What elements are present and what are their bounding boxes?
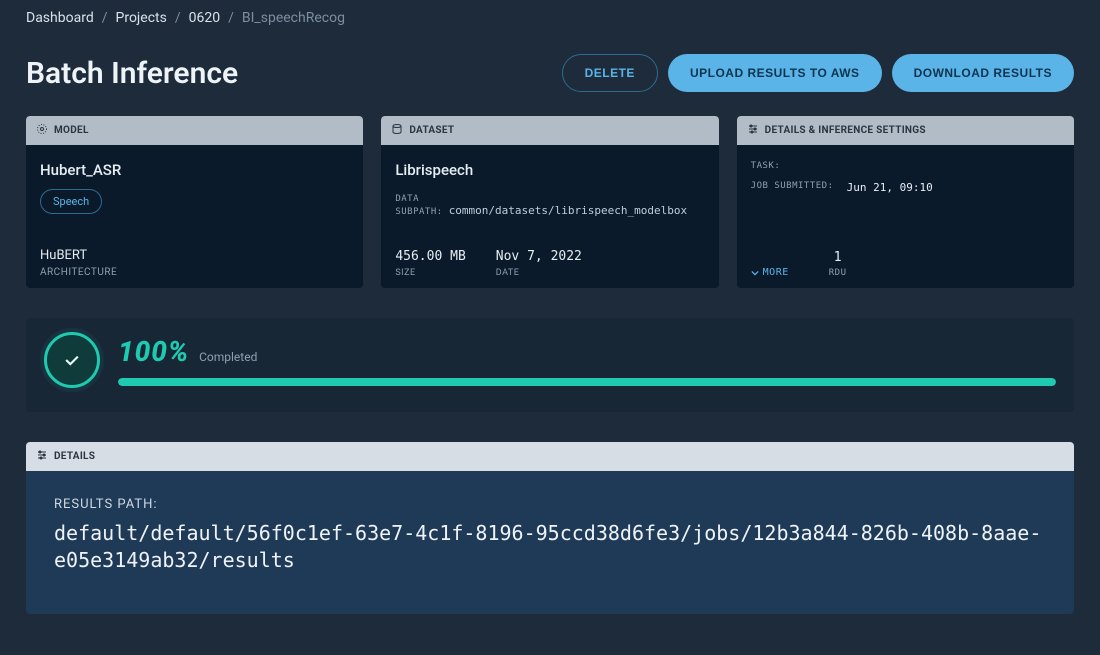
- breadcrumb-item[interactable]: 0620: [189, 10, 220, 26]
- dataset-date-value: Nov 7, 2022: [496, 249, 582, 264]
- model-card-title: MODEL: [54, 125, 89, 136]
- progress-check-icon: [44, 332, 100, 388]
- delete-button[interactable]: DELETE: [562, 54, 658, 92]
- dataset-size: 456.00 MB SIZE: [395, 249, 465, 278]
- dataset-size-value: 456.00 MB: [395, 249, 465, 264]
- details-panel: DETAILS RESULTS PATH: default/default/56…: [26, 442, 1074, 614]
- settings-card-header: DETAILS & INFERENCE SETTINGS: [737, 116, 1074, 145]
- progress-bar: [118, 378, 1056, 386]
- model-card-header: MODEL: [26, 116, 363, 145]
- settings-rdu-value: 1: [829, 250, 847, 265]
- results-path-value: default/default/56f0c1ef-63e7-4c1f-8196-…: [54, 520, 1046, 574]
- dataset-date-label: DATE: [496, 268, 582, 278]
- progress-status: Completed: [199, 350, 257, 364]
- breadcrumb: Dashboard / Projects / 0620 / BI_speechR…: [26, 0, 1074, 36]
- settings-submitted: JOB SUBMITTED: Jun 21, 09:10: [751, 181, 1060, 194]
- settings-rdu: 1 RDU: [829, 250, 847, 278]
- dataset-icon: [391, 123, 403, 138]
- page-title: Batch Inference: [26, 56, 238, 91]
- dataset-card: DATASET Librispeech DATA SUBPATH: common/…: [381, 116, 718, 288]
- breadcrumb-item-current: BI_speechRecog: [242, 10, 345, 26]
- breadcrumb-item[interactable]: Projects: [116, 10, 167, 26]
- breadcrumb-sep: /: [102, 10, 108, 26]
- download-results-button[interactable]: DOWNLOAD RESULTS: [892, 54, 1074, 92]
- settings-submitted-label: JOB SUBMITTED:: [751, 181, 841, 194]
- settings-submitted-value: Jun 21, 09:10: [847, 181, 933, 194]
- chevron-down-icon: [751, 269, 759, 277]
- dataset-card-title: DATASET: [409, 125, 454, 136]
- model-card: MODEL Hubert_ASR Speech HuBERT ARCHITECT…: [26, 116, 363, 288]
- details-panel-title: DETAILS: [54, 451, 95, 462]
- model-icon: [36, 123, 48, 138]
- model-architecture-name: HuBERT: [40, 248, 349, 263]
- details-icon: [36, 449, 48, 464]
- progress-card: 100% Completed: [26, 318, 1074, 412]
- settings-task: TASK:: [751, 161, 1060, 171]
- settings-rdu-label: RDU: [829, 268, 847, 278]
- dataset-card-header: DATASET: [381, 116, 718, 145]
- action-buttons: DELETE UPLOAD RESULTS TO AWS DOWNLOAD RE…: [562, 54, 1074, 92]
- settings-icon: [747, 123, 759, 138]
- progress-bar-fill: [118, 378, 1056, 386]
- breadcrumb-sep: /: [175, 10, 181, 26]
- details-panel-header: DETAILS: [26, 442, 1074, 471]
- settings-more-label: MORE: [763, 267, 789, 278]
- model-architecture-label: ARCHITECTURE: [40, 267, 349, 278]
- settings-card-title: DETAILS & INFERENCE SETTINGS: [765, 125, 926, 136]
- results-path-label: RESULTS PATH:: [54, 497, 1046, 512]
- dataset-size-label: SIZE: [395, 268, 465, 278]
- settings-more-toggle[interactable]: MORE: [751, 267, 789, 278]
- settings-card: DETAILS & INFERENCE SETTINGS TASK: JOB S…: [737, 116, 1074, 288]
- progress-percent: 100%: [118, 335, 189, 368]
- dataset-subpath-label: DATA SUBPATH:: [395, 194, 442, 217]
- breadcrumb-sep: /: [228, 10, 234, 26]
- dataset-name: Librispeech: [395, 161, 704, 179]
- model-name: Hubert_ASR: [40, 161, 349, 179]
- breadcrumb-item[interactable]: Dashboard: [26, 10, 94, 26]
- dataset-date: Nov 7, 2022 DATE: [496, 249, 582, 278]
- dataset-subpath-value: common/datasets/librispeech_modelbox: [449, 204, 687, 217]
- model-domain-chip[interactable]: Speech: [40, 189, 102, 214]
- settings-task-label: TASK:: [751, 161, 841, 171]
- dataset-subpath: DATA SUBPATH: common/datasets/librispeech…: [395, 191, 704, 217]
- upload-results-button[interactable]: UPLOAD RESULTS TO AWS: [668, 54, 882, 92]
